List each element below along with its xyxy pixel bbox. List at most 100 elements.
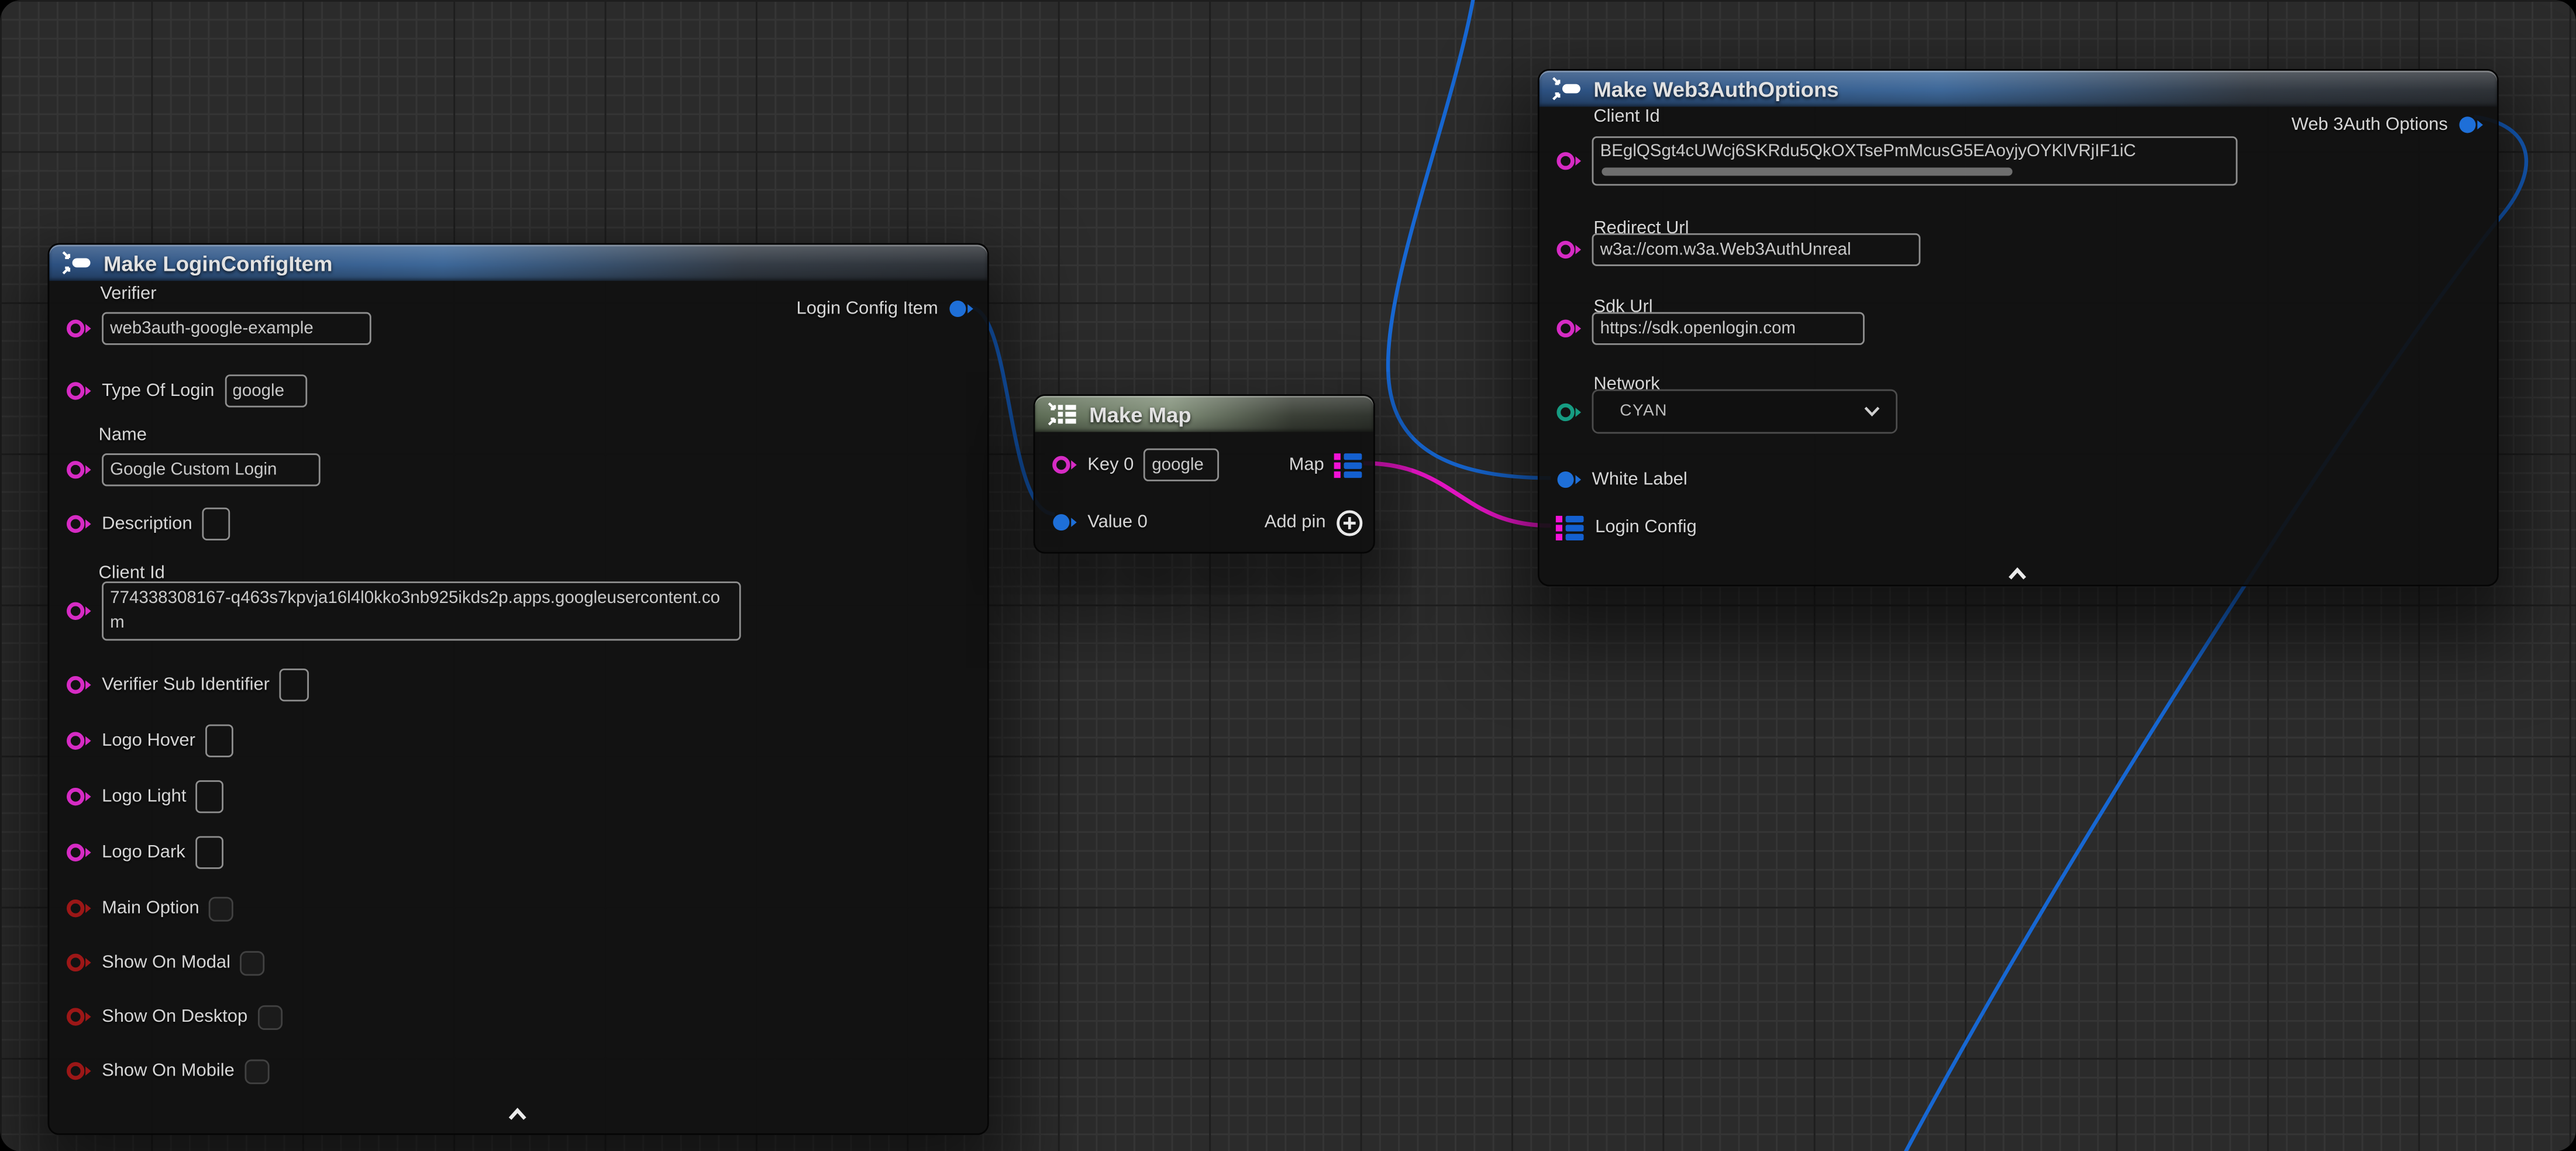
pin-label: Value 0 bbox=[1087, 512, 1148, 532]
pin-enum-icon[interactable] bbox=[1556, 402, 1582, 422]
add-pin-label: Add pin bbox=[1265, 512, 1326, 532]
logo-light-input[interactable] bbox=[196, 780, 224, 813]
node-header-make-web3authoptions[interactable]: Make Web3AuthOptions bbox=[1540, 71, 2497, 107]
pin-row-description: Description bbox=[66, 506, 230, 542]
pin-string-icon[interactable] bbox=[1556, 151, 1582, 171]
pin-string-icon[interactable] bbox=[1052, 455, 1078, 475]
network-selected-value: CYAN bbox=[1620, 402, 1668, 421]
pin-string-icon[interactable] bbox=[66, 843, 92, 863]
logo-dark-input[interactable] bbox=[195, 836, 223, 869]
pin-row-sdk-url bbox=[1556, 309, 1865, 348]
pin-row-show-on-mobile: Show On Mobile bbox=[66, 1054, 268, 1087]
pin-label: Login Config bbox=[1595, 518, 1697, 537]
node-make-map: Make Map Key 0 Map Value 0 bbox=[1034, 394, 1375, 553]
main-option-checkbox[interactable] bbox=[209, 896, 234, 921]
pin-string-icon[interactable] bbox=[66, 675, 92, 695]
pin-string-icon[interactable] bbox=[66, 731, 92, 751]
collapse-node-button[interactable] bbox=[506, 1101, 529, 1131]
description-input[interactable] bbox=[202, 508, 230, 540]
node-make-loginconfigitem: Make LoginConfigItem Login Config Item V… bbox=[47, 243, 989, 1135]
pin-object-icon[interactable] bbox=[1556, 470, 1582, 490]
pin-map-icon[interactable] bbox=[1334, 453, 1364, 477]
redirect-url-input[interactable] bbox=[1592, 233, 1921, 266]
show-on-mobile-checkbox[interactable] bbox=[244, 1059, 269, 1083]
pin-label: Key 0 bbox=[1087, 455, 1134, 475]
pin-row-redirect-url bbox=[1556, 230, 1921, 269]
collapse-node-button[interactable] bbox=[2006, 560, 2029, 590]
pin-row-verifier bbox=[66, 307, 371, 350]
pin-output-struct-icon[interactable] bbox=[2458, 115, 2484, 135]
pin-label-verifier: Verifier bbox=[100, 284, 156, 304]
pin-row-main-option: Main Option bbox=[66, 892, 233, 925]
key-0-input[interactable] bbox=[1144, 449, 1219, 481]
pin-label: Description bbox=[102, 514, 192, 534]
pin-row-show-on-modal: Show On Modal bbox=[66, 946, 265, 979]
pin-label: Main Option bbox=[102, 898, 199, 918]
pin-label-client-id: Client Id bbox=[1593, 107, 1659, 127]
sdk-url-input[interactable] bbox=[1592, 312, 1865, 345]
pin-label: Verifier Sub Identifier bbox=[102, 675, 270, 695]
type-of-login-input[interactable] bbox=[224, 374, 306, 407]
pin-row-login-config: Login Config bbox=[1556, 509, 1697, 546]
verifier-input[interactable] bbox=[102, 312, 371, 345]
pin-label: Logo Dark bbox=[102, 843, 185, 863]
client-id-input[interactable]: 774338308167-q463s7kpvja16l4l0kko3nb925i… bbox=[102, 581, 741, 640]
pin-label: Logo Light bbox=[102, 787, 186, 807]
pin-label: Type Of Login bbox=[102, 381, 214, 401]
pin-label: Show On Desktop bbox=[102, 1007, 247, 1027]
wire-map-to-loginconfig[interactable] bbox=[1363, 463, 1551, 526]
pin-row-network: CYAN bbox=[1556, 390, 1897, 434]
node-make-web3authoptions: Make Web3AuthOptions Web 3Auth Options C… bbox=[1538, 69, 2499, 587]
pin-string-icon[interactable] bbox=[66, 514, 92, 534]
pin-label: Map bbox=[1289, 455, 1324, 475]
pin-string-icon[interactable] bbox=[66, 787, 92, 807]
node-header-make-loginconfigitem[interactable]: Make LoginConfigItem bbox=[49, 244, 987, 281]
pin-string-icon[interactable] bbox=[1556, 319, 1582, 339]
chevron-down-icon bbox=[1863, 406, 1881, 418]
pin-bool-icon[interactable] bbox=[66, 1061, 92, 1081]
make-struct-icon bbox=[1551, 77, 1582, 100]
client-id-scrollbar[interactable] bbox=[1602, 167, 2012, 175]
pin-string-icon[interactable] bbox=[66, 460, 92, 480]
node-title: Make Web3AuthOptions bbox=[1593, 77, 1838, 101]
pin-row-white-label: White Label bbox=[1556, 461, 1688, 498]
pin-map-icon[interactable] bbox=[1556, 515, 1586, 539]
logo-hover-input[interactable] bbox=[205, 725, 233, 757]
wire-offscreen-to-whitelabel[interactable] bbox=[1388, 0, 1551, 478]
pin-label: Login Config Item bbox=[797, 299, 938, 319]
pin-string-icon[interactable] bbox=[66, 319, 92, 339]
pin-bool-icon[interactable] bbox=[66, 1007, 92, 1027]
pin-row-key-0: Key 0 bbox=[1052, 447, 1220, 483]
make-struct-icon bbox=[61, 251, 92, 274]
client-id-input[interactable]: BEglQSgt4cUWcj6SKRdu5QkOXTsePmMcusG5EAoy… bbox=[1592, 136, 2238, 185]
name-input[interactable] bbox=[102, 453, 321, 486]
pin-row-type-of-login: Type Of Login bbox=[66, 373, 306, 409]
pin-label-name: Name bbox=[99, 425, 147, 445]
pin-output-struct-icon[interactable] bbox=[948, 299, 974, 319]
pin-row-logo-hover: Logo Hover bbox=[66, 723, 233, 759]
pin-row-login-config-item-output: Login Config Item bbox=[797, 291, 974, 327]
pin-bool-icon[interactable] bbox=[66, 898, 92, 918]
show-on-desktop-checkbox[interactable] bbox=[257, 1004, 282, 1029]
pin-object-icon[interactable] bbox=[1052, 512, 1078, 532]
pin-string-icon[interactable] bbox=[1556, 240, 1582, 260]
pin-row-client-id: BEglQSgt4cUWcj6SKRdu5QkOXTsePmMcusG5EAoy… bbox=[1556, 133, 2238, 188]
pin-bool-icon[interactable] bbox=[66, 953, 92, 973]
node-header-make-map[interactable]: Make Map bbox=[1035, 396, 1373, 432]
add-pin-button[interactable]: Add pin bbox=[1265, 504, 1363, 540]
pin-label: Show On Mobile bbox=[102, 1061, 235, 1081]
pin-label: White Label bbox=[1592, 470, 1688, 490]
pin-row-map-output: Map bbox=[1289, 447, 1364, 483]
pin-label: Show On Modal bbox=[102, 953, 230, 973]
pin-row-logo-dark: Logo Dark bbox=[66, 835, 223, 871]
pin-row-verifier-sub-identifier: Verifier Sub Identifier bbox=[66, 667, 309, 703]
pin-string-icon[interactable] bbox=[66, 601, 92, 621]
network-dropdown[interactable]: CYAN bbox=[1592, 390, 1897, 434]
chevron-up-icon bbox=[506, 1107, 529, 1122]
show-on-modal-checkbox[interactable] bbox=[240, 950, 265, 975]
blueprint-canvas[interactable]: Make LoginConfigItem Login Config Item V… bbox=[0, 0, 2576, 1151]
node-title: Make LoginConfigItem bbox=[104, 250, 332, 275]
pin-string-icon[interactable] bbox=[66, 381, 92, 401]
pin-row-value-0: Value 0 bbox=[1052, 504, 1148, 540]
verifier-sub-identifier-input[interactable] bbox=[280, 668, 309, 701]
